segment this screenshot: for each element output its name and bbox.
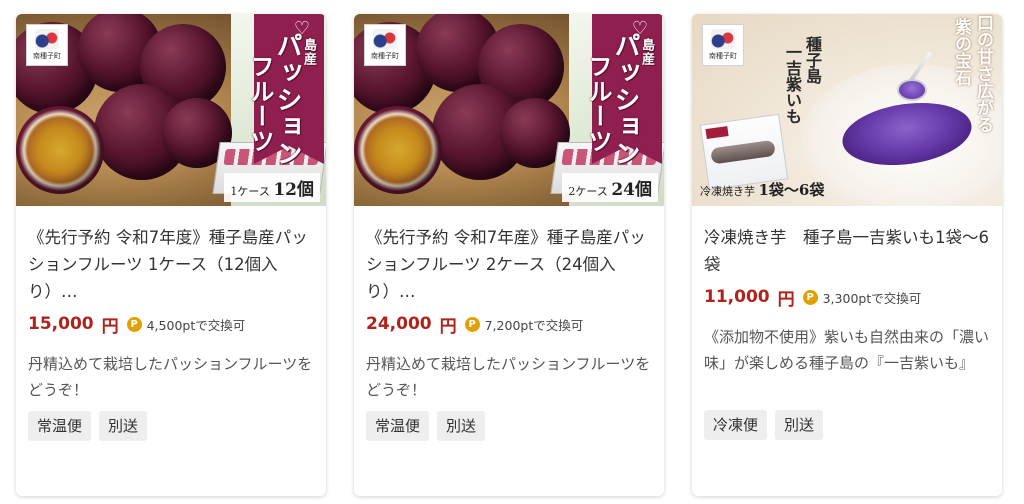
tag-list: 冷凍便 別送: [704, 410, 990, 440]
case-label: 1ケース 12個: [224, 173, 320, 202]
product-description: 丹精込めて栽培したパッションフルーツをどうぞ！: [366, 355, 651, 399]
price-currency: 円: [439, 316, 457, 337]
points-icon: P: [126, 316, 142, 332]
case-prefix: 1ケース: [230, 185, 270, 198]
case-count: 24個: [611, 180, 652, 200]
price-row: 24,000 円 P 7,200ptで交換可: [366, 311, 652, 337]
product-grid: ♡ 島産 パッション フルーツ 南種子町 1ケース 12個 《先行予約 令和7年…: [0, 0, 1024, 504]
points-text: 3,300ptで交換可: [822, 290, 922, 306]
product-image[interactable]: ♡ 島産 パッション フルーツ 南種子町 1ケース 12個: [16, 14, 326, 206]
image-vertical-text-4: 紫の宝石: [951, 18, 971, 86]
image-caption: 冷凍焼き芋 1袋〜6袋: [700, 179, 824, 200]
cut-passion-fruit-shape: [16, 106, 104, 194]
brand-text: 南種子町: [709, 52, 737, 60]
image-vertical-text-3: 口の甘さ広がる: [973, 14, 993, 133]
points-text: 4,500ptで交換可: [146, 317, 246, 333]
caption-range: 1袋〜6袋: [758, 181, 825, 199]
shipping-tag: 別送: [99, 411, 148, 441]
brand-logo: 南種子町: [26, 24, 68, 66]
tag-list: 常温便 別送: [366, 411, 652, 441]
case-label: 2ケース 24個: [562, 173, 658, 202]
shipping-tag: 冷凍便: [704, 410, 768, 440]
image-vertical-text-2: 一吉紫いも: [783, 44, 802, 124]
price-row: 15,000 円 P 4,500ptで交換可: [28, 311, 314, 337]
town-mascot-icon: [711, 29, 735, 49]
caption-prefix: 冷凍焼き芋: [700, 185, 755, 198]
cut-passion-fruit-shape: [354, 106, 442, 194]
price-row: 11,000 円 P 3,300ptで交換可: [704, 284, 990, 310]
price-amount: 11,000: [704, 287, 770, 307]
brand-text: 南種子町: [371, 52, 399, 60]
brand-logo: 南種子町: [702, 24, 744, 66]
town-mascot-icon: [35, 29, 59, 49]
product-title[interactable]: 《先行予約 令和7年度》種子島産パッションフルーツ 1ケース（12個入り）…: [28, 224, 314, 305]
price-amount: 15,000: [28, 314, 94, 334]
spoon-shape: [897, 79, 927, 101]
banner-main-text-2: フルーツ: [584, 54, 612, 154]
case-count: 12個: [273, 180, 314, 200]
product-card[interactable]: ♡ 島産 パッション フルーツ 南種子町 2ケース 24個 《先行予約 令和7年…: [354, 14, 664, 496]
banner-main-text-2: フルーツ: [246, 54, 274, 154]
product-image[interactable]: ♡ 島産 パッション フルーツ 南種子町 2ケース 24個: [354, 14, 664, 206]
product-title[interactable]: 冷凍焼き芋 種子島一吉紫いも1袋〜6袋: [704, 224, 990, 278]
shipping-tag: 常温便: [28, 411, 92, 441]
product-info: 《先行予約 令和7年度》種子島産パッションフルーツ 1ケース（12個入り）… 1…: [16, 206, 326, 441]
shipping-tag: 常温便: [366, 411, 430, 441]
brand-text: 南種子町: [33, 52, 61, 60]
product-description: 丹精込めて栽培したパッションフルーツをどうぞ！: [28, 355, 313, 399]
town-mascot-icon: [373, 29, 397, 49]
product-description: 《添加物不使用》紫いも自然由来の「濃い味」が楽しめる種子島の『一吉紫いも』: [704, 328, 990, 372]
shipping-tag: 別送: [775, 410, 824, 440]
brand-logo: 南種子町: [364, 24, 406, 66]
price-currency: 円: [777, 289, 795, 310]
product-card[interactable]: ♡ 島産 パッション フルーツ 南種子町 1ケース 12個 《先行予約 令和7年…: [16, 14, 326, 496]
product-title[interactable]: 《先行予約 令和7年産》種子島産パッションフルーツ 2ケース（24個入り）…: [366, 224, 652, 305]
points-icon: P: [464, 316, 480, 332]
points-icon: P: [802, 289, 818, 305]
shipping-tag: 別送: [437, 411, 486, 441]
points-text: 7,200ptで交換可: [484, 317, 584, 333]
price-amount: 24,000: [366, 314, 432, 334]
product-info: 冷凍焼き芋 種子島一吉紫いも1袋〜6袋 11,000 円 P 3,300ptで交…: [692, 206, 1002, 440]
product-image[interactable]: 南種子町 種子島 一吉紫いも 口の甘さ広がる 紫の宝石 冷凍焼き芋 1袋〜6袋: [692, 14, 1002, 206]
product-card[interactable]: 南種子町 種子島 一吉紫いも 口の甘さ広がる 紫の宝石 冷凍焼き芋 1袋〜6袋 …: [692, 14, 1002, 496]
price-currency: 円: [101, 316, 119, 337]
case-prefix: 2ケース: [568, 185, 608, 198]
product-info: 《先行予約 令和7年産》種子島産パッションフルーツ 2ケース（24個入り）… 2…: [354, 206, 664, 441]
tag-list: 常温便 別送: [28, 411, 314, 441]
